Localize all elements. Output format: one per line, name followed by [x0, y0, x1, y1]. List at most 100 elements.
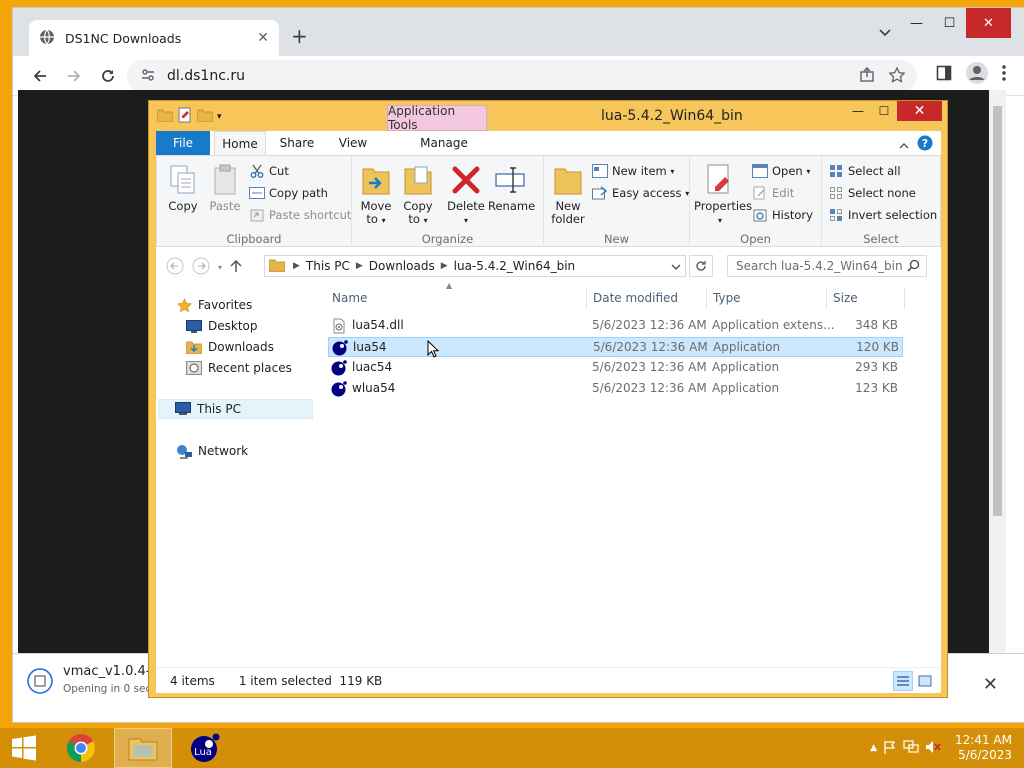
scrollbar-thumb[interactable] — [993, 106, 1002, 516]
new-item-button[interactable]: New item ▾ — [592, 161, 674, 181]
chevron-right-icon[interactable]: ▶ — [356, 261, 363, 271]
site-info-icon[interactable] — [141, 68, 155, 85]
column-divider[interactable] — [706, 287, 707, 309]
browser-tab[interactable]: DS1NC Downloads ✕ — [29, 20, 279, 56]
nav-network[interactable]: Network — [176, 441, 248, 461]
help-icon[interactable]: ? — [917, 135, 933, 154]
column-divider[interactable] — [586, 287, 587, 309]
flag-icon[interactable] — [883, 740, 897, 757]
maximize-icon[interactable]: ☐ — [933, 8, 966, 38]
details-view-icon[interactable] — [893, 671, 913, 691]
volume-muted-icon[interactable] — [925, 740, 941, 757]
large-icons-view-icon[interactable] — [915, 671, 935, 691]
folder-icon — [268, 258, 286, 275]
new-folder-small-icon[interactable] — [196, 108, 214, 125]
clock[interactable]: 12:41 AM 5/6/2023 — [955, 733, 1012, 763]
column-type[interactable]: Type — [713, 285, 741, 311]
select-all-button[interactable]: Select all — [828, 161, 901, 181]
chevron-right-icon[interactable]: ▶ — [293, 261, 300, 271]
breadcrumb[interactable]: ▶ This PC ▶ Downloads ▶ lua-5.4.2_Win64_… — [264, 255, 686, 277]
page-scrollbar[interactable] — [989, 90, 1006, 653]
nav-this-pc[interactable]: This PC — [158, 399, 313, 419]
taskbar-chrome[interactable] — [52, 728, 110, 768]
forward-icon[interactable] — [57, 59, 91, 93]
new-folder-button[interactable]: New folder — [546, 162, 590, 226]
refresh-icon[interactable] — [689, 255, 713, 277]
properties-small-icon[interactable] — [177, 107, 193, 126]
nav-desktop[interactable]: Desktop — [186, 316, 258, 336]
copy-path-button[interactable]: Copy path — [249, 183, 328, 203]
column-name[interactable]: Name — [332, 285, 367, 311]
paste-shortcut-button[interactable]: Paste shortcut — [249, 205, 351, 225]
back-icon[interactable] — [23, 59, 57, 93]
taskbar-lua[interactable]: Lua — [176, 728, 234, 768]
nav-favorites[interactable]: Favorites — [176, 295, 252, 315]
properties-button[interactable]: Properties ▾ — [694, 162, 752, 227]
new-tab-icon[interactable]: + — [291, 26, 308, 46]
copy-button[interactable]: Copy — [161, 162, 205, 213]
profile-avatar-icon[interactable] — [966, 62, 988, 87]
close-icon[interactable]: ✕ — [966, 8, 1011, 38]
table-row[interactable]: luac54 5/6/2023 12:36 AM Application 293… — [328, 358, 903, 378]
network-tray-icon[interactable] — [903, 739, 919, 757]
chevron-down-icon[interactable] — [879, 26, 891, 40]
column-date-modified[interactable]: Date modified — [593, 285, 678, 311]
move-to-button[interactable]: Move to ▾ — [354, 162, 398, 227]
bookmark-star-icon[interactable] — [888, 65, 906, 86]
table-row[interactable]: wlua54 5/6/2023 12:36 AM Application 123… — [328, 379, 903, 399]
close-icon[interactable]: ✕ — [897, 101, 942, 121]
tab-file[interactable]: File — [156, 131, 210, 155]
close-icon[interactable]: ✕ — [983, 674, 998, 695]
back-icon[interactable] — [166, 257, 184, 278]
share-icon[interactable] — [859, 66, 875, 86]
chevron-down-icon[interactable]: ▾ — [217, 112, 222, 122]
ribbon-home: Copy Paste Cut Copy path Paste shortcut … — [156, 155, 941, 248]
start-button[interactable] — [0, 728, 48, 768]
history-button[interactable]: History — [752, 205, 813, 225]
table-row[interactable]: lua54.dll 5/6/2023 12:36 AM Application … — [328, 316, 903, 336]
select-none-button[interactable]: Select none — [828, 183, 916, 203]
download-item[interactable]: vmac_v1.0.4-w Opening in 0 secs... — [27, 664, 167, 697]
file-icon — [27, 668, 53, 697]
nav-recent-places[interactable]: Recent places — [186, 358, 292, 378]
delete-button[interactable]: Delete ▾ — [444, 162, 488, 227]
edit-button[interactable]: Edit — [752, 183, 794, 203]
easy-access-button[interactable]: Easy access ▾ — [592, 183, 689, 203]
breadcrumb-this-pc[interactable]: This PC — [306, 259, 350, 273]
taskbar-file-explorer[interactable] — [114, 728, 172, 768]
tab-home[interactable]: Home — [214, 131, 266, 155]
rename-button[interactable]: Rename — [488, 162, 535, 213]
up-arrow-icon[interactable] — [230, 259, 242, 276]
invert-selection-button[interactable]: Invert selection — [828, 205, 937, 225]
forward-icon[interactable] — [192, 257, 210, 278]
reload-icon[interactable] — [91, 59, 125, 93]
maximize-icon[interactable]: ☐ — [871, 101, 897, 121]
side-panel-icon[interactable] — [936, 65, 952, 84]
minimize-icon[interactable]: — — [845, 101, 871, 121]
copy-to-button[interactable]: Copy to ▾ — [396, 162, 440, 227]
column-divider[interactable] — [904, 287, 905, 309]
show-hidden-icons-icon[interactable]: ▲ — [870, 743, 877, 753]
tab-close-icon[interactable]: ✕ — [257, 30, 269, 46]
recent-locations-icon[interactable]: ▾ — [218, 263, 222, 272]
file-name: lua54 — [353, 340, 387, 354]
column-size[interactable]: Size — [833, 285, 858, 311]
open-button[interactable]: Open ▾ — [752, 161, 810, 181]
chevron-down-icon[interactable] — [671, 260, 681, 274]
tab-view[interactable]: View — [328, 131, 378, 155]
chevron-right-icon[interactable]: ▶ — [441, 261, 448, 271]
paste-button[interactable]: Paste — [203, 162, 247, 213]
tab-share[interactable]: Share — [270, 131, 324, 155]
tab-manage[interactable]: Manage — [394, 131, 494, 155]
breadcrumb-downloads[interactable]: Downloads — [369, 259, 435, 273]
collapse-ribbon-icon[interactable] — [899, 138, 909, 152]
minimize-icon[interactable]: — — [900, 8, 933, 38]
search-input[interactable]: Search lua-5.4.2_Win64_bin — [727, 255, 927, 277]
breadcrumb-current-folder[interactable]: lua-5.4.2_Win64_bin — [454, 259, 576, 273]
column-divider[interactable] — [826, 287, 827, 309]
cut-button[interactable]: Cut — [249, 161, 289, 181]
nav-downloads[interactable]: Downloads — [186, 337, 274, 357]
address-bar[interactable]: dl.ds1nc.ru — [127, 60, 917, 92]
table-row[interactable]: lua54 5/6/2023 12:36 AM Application 120 … — [328, 337, 903, 358]
kebab-menu-icon[interactable] — [1002, 65, 1006, 84]
